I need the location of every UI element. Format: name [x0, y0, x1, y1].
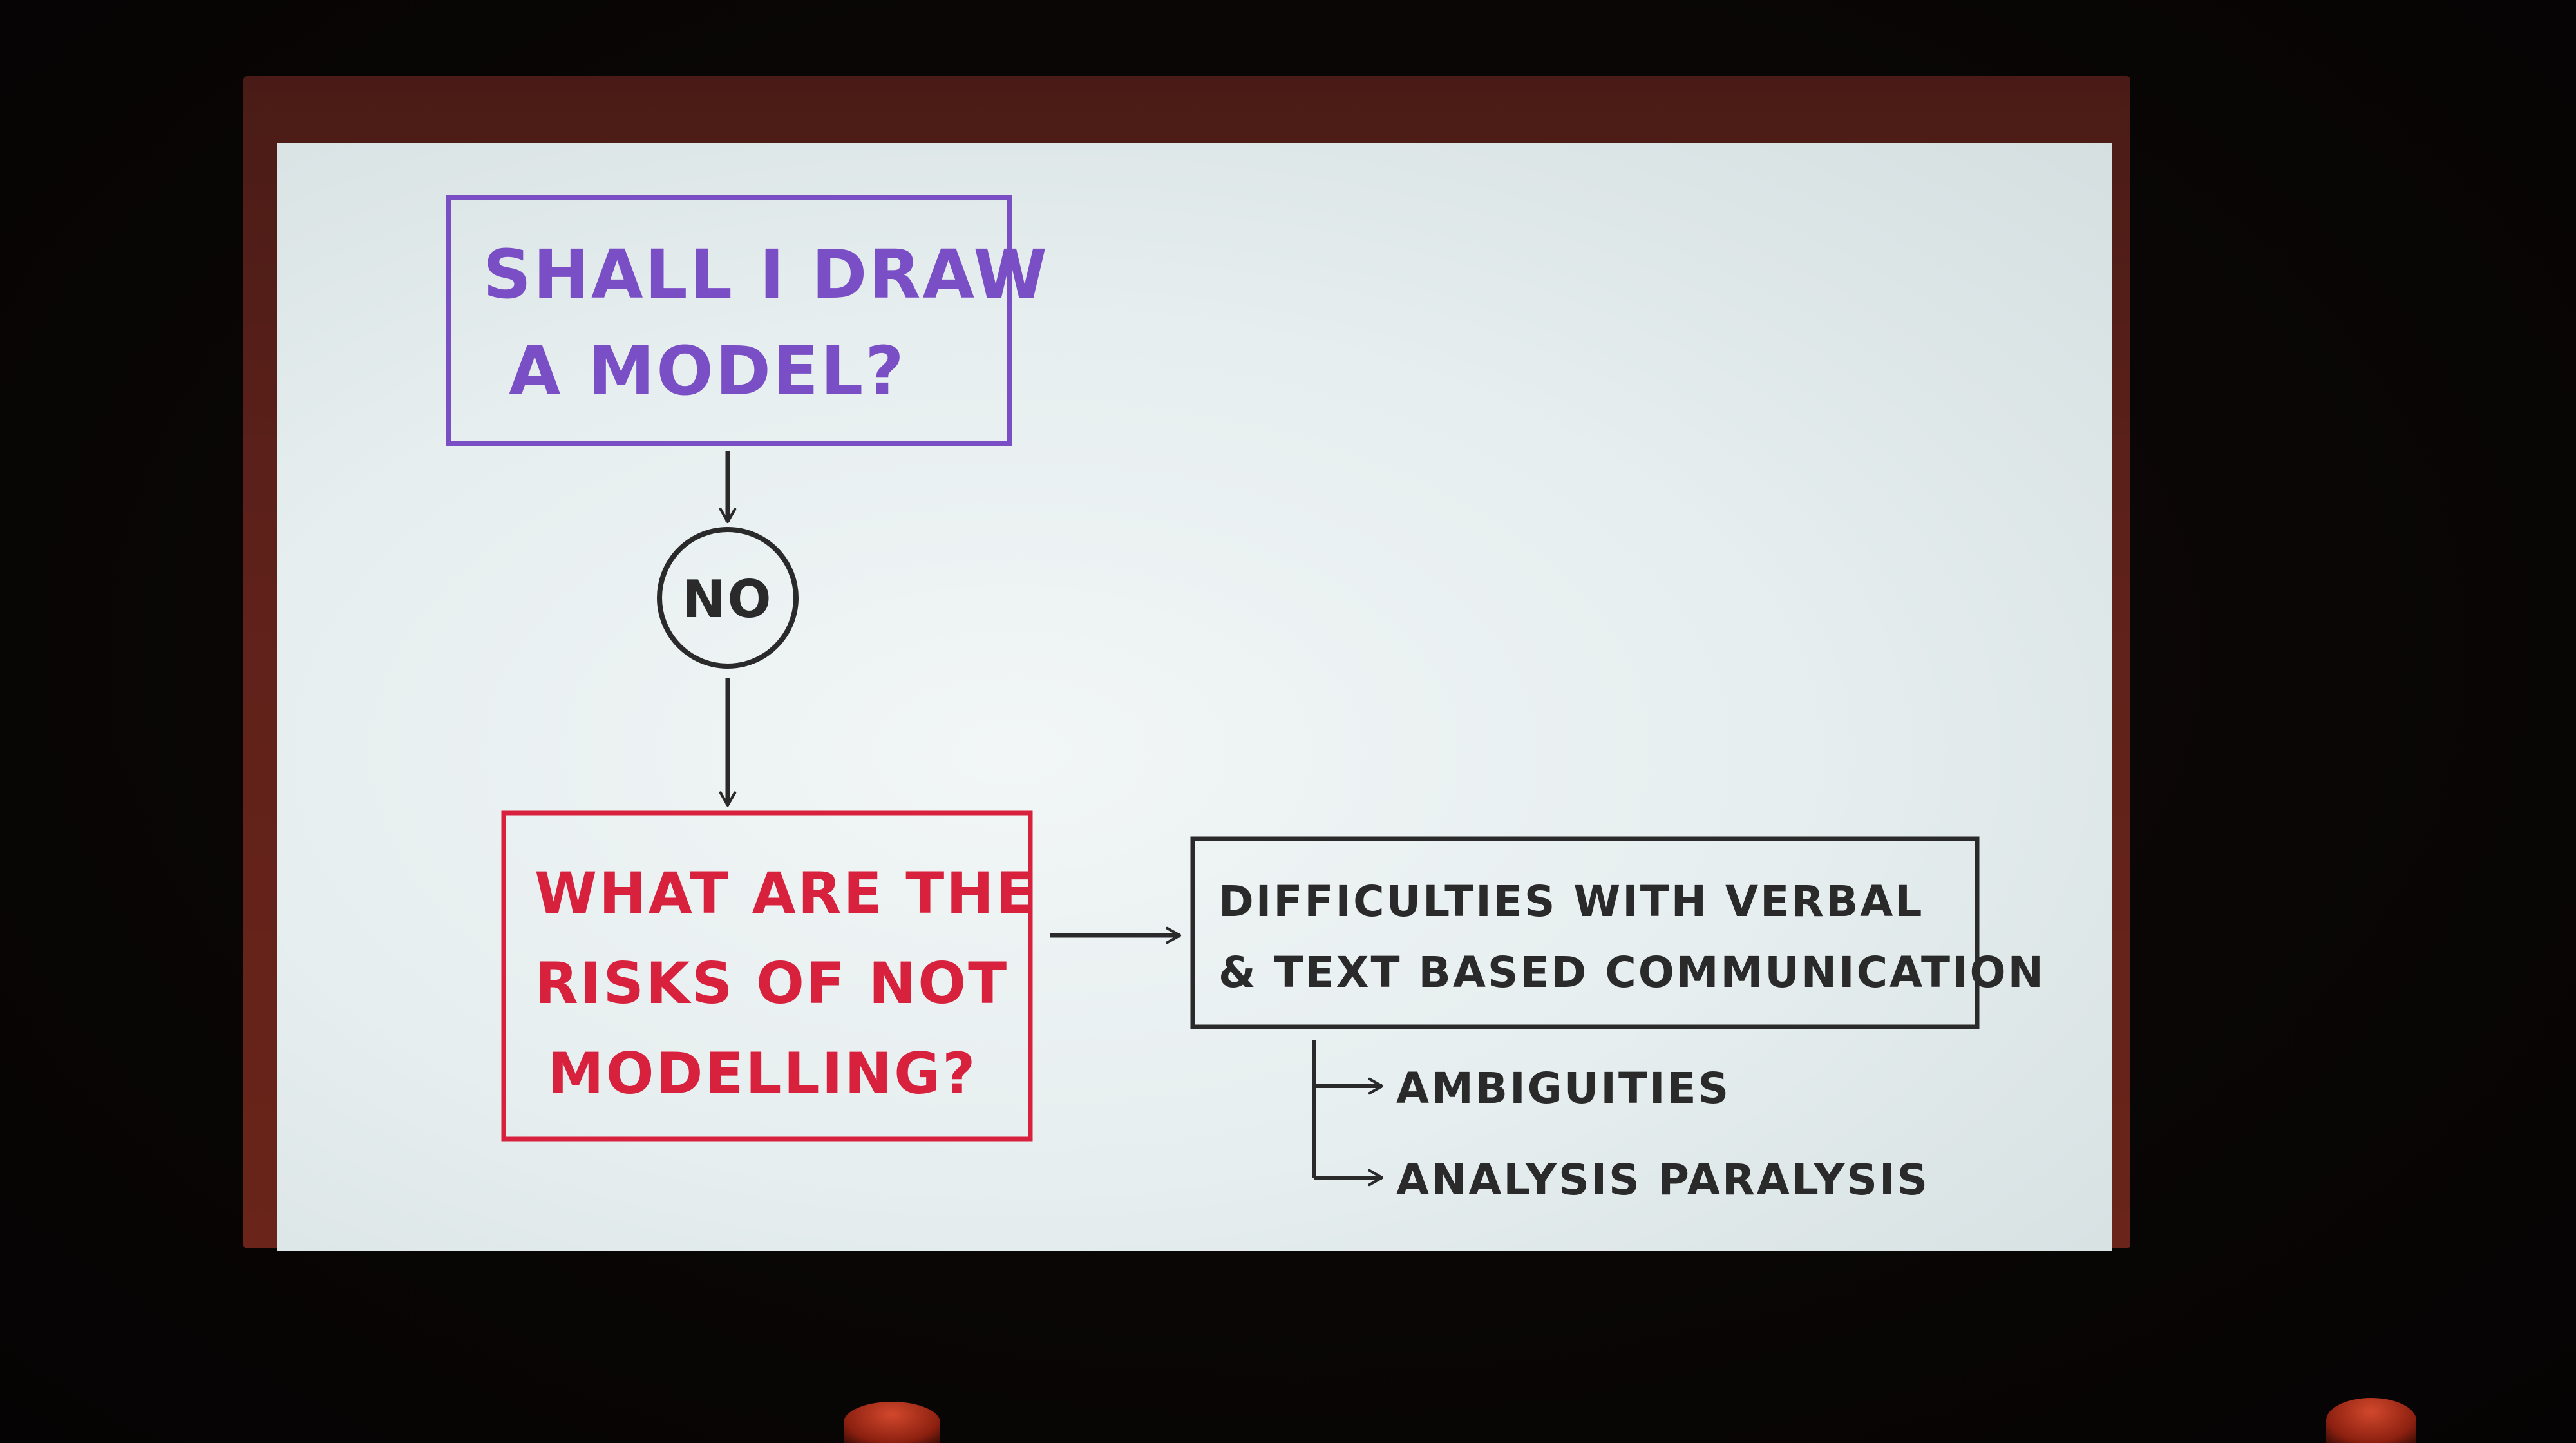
audience-head-left	[844, 1402, 940, 1443]
projected-slide: SHALL I DRAW A MODEL? NO WHAT ARE THE RI…	[277, 143, 2112, 1251]
dark-auditorium: SHALL I DRAW A MODEL? NO WHAT ARE THE RI…	[0, 0, 2576, 1443]
audience-head-right	[2326, 1398, 2416, 1443]
risk-node: WHAT ARE THE RISKS OF NOT MODELLING?	[501, 810, 1036, 1142]
difficulty-box	[1190, 836, 1980, 1029]
difficulty-line-2: & TEXT BASED COMMUNICATION	[1218, 948, 2045, 997]
risk-line-3: MODELLING?	[547, 1040, 977, 1107]
difficulty-node: DIFFICULTIES WITH VERBAL & TEXT BASED CO…	[1190, 836, 2045, 1029]
question-line-1: SHALL I DRAW	[483, 235, 1049, 314]
question-line-2: A MODEL?	[509, 332, 906, 410]
risk-line-2: RISKS OF NOT	[535, 950, 1009, 1017]
no-node: NO	[657, 527, 799, 669]
risk-line-1: WHAT ARE THE	[535, 860, 1036, 926]
question-node: SHALL I DRAW A MODEL?	[446, 195, 1049, 446]
no-label: NO	[683, 569, 773, 629]
consequence-analysis-paralysis: ANALYSIS PARALYSIS	[1396, 1155, 1929, 1205]
consequence-ambiguities: AMBIGUITIES	[1396, 1064, 1730, 1113]
flowchart-diagram: SHALL I DRAW A MODEL? NO WHAT ARE THE RI…	[446, 195, 2045, 1205]
difficulty-line-1: DIFFICULTIES WITH VERBAL	[1218, 877, 1924, 926]
